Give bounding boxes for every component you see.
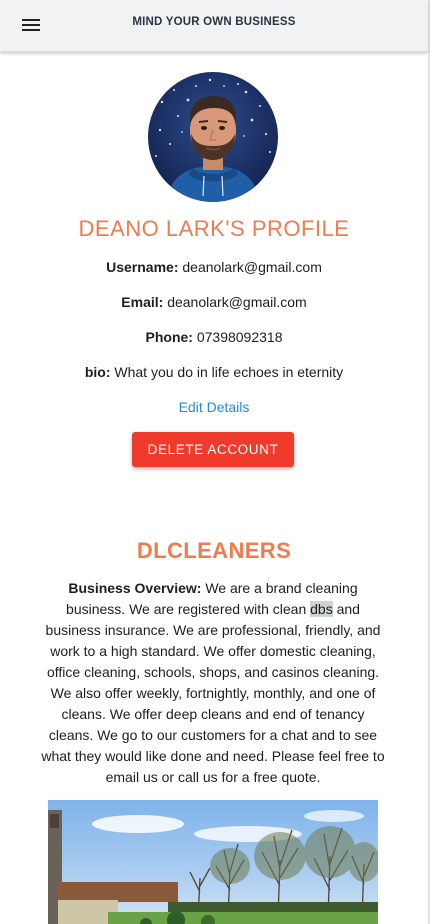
business-name: DLCLEANERS bbox=[136, 538, 292, 563]
username-row: Username: deanolark@gmail.com bbox=[0, 259, 428, 275]
bio-row: bio: What you do in life echoes in etern… bbox=[0, 364, 428, 380]
app-title: MIND YOUR OWN BUSINESS bbox=[132, 16, 296, 28]
email-value: deanolark@gmail.com bbox=[167, 294, 307, 310]
email-label: Email: bbox=[121, 294, 164, 310]
profile-avatar bbox=[148, 72, 278, 202]
bio-label: bio: bbox=[84, 364, 111, 380]
username-value: deanolark@gmail.com bbox=[182, 259, 322, 275]
business-overview-highlight: dbs bbox=[310, 601, 333, 617]
email-row: Email: deanolark@gmail.com bbox=[0, 294, 428, 310]
app-bar: MIND YOUR OWN BUSINESS bbox=[0, 0, 428, 52]
business-overview-text-2: and business insurance. We are professio… bbox=[41, 601, 385, 785]
bio-value: What you do in life echoes in eternity bbox=[114, 364, 344, 380]
phone-value: 07398092318 bbox=[196, 329, 283, 345]
profile-title: DEANO LARK'S PROFILE bbox=[78, 216, 350, 241]
business-photo bbox=[48, 800, 378, 924]
edit-details-link[interactable]: Edit Details bbox=[0, 399, 428, 415]
business-overview: Business Overview: We are a brand cleani… bbox=[38, 578, 388, 788]
username-label: Username: bbox=[106, 259, 179, 275]
phone-label: Phone: bbox=[145, 329, 193, 345]
delete-account-button[interactable]: DELETE ACCOUNT bbox=[132, 432, 294, 467]
phone-row: Phone: 07398092318 bbox=[0, 329, 428, 345]
business-overview-label: Business Overview: bbox=[68, 580, 202, 596]
